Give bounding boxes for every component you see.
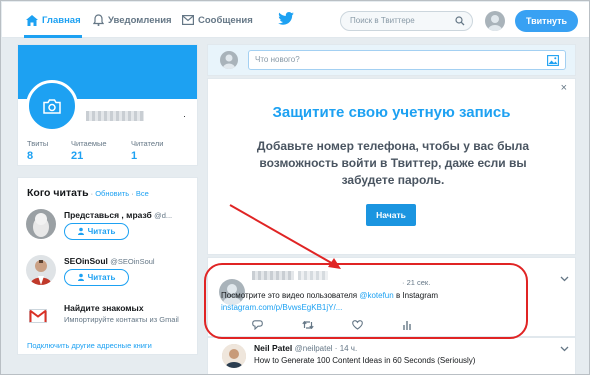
close-icon[interactable]: ×	[561, 82, 567, 94]
nav-home-label: Главная	[42, 14, 81, 26]
stat-label: Читатели	[131, 139, 164, 148]
chevron-down-icon[interactable]	[560, 276, 569, 282]
stat-followers[interactable]: Читатели 1	[131, 139, 163, 162]
stat-label: Твиты	[27, 139, 49, 148]
view-all-link[interactable]: Все	[136, 189, 149, 198]
compose-avatar	[220, 51, 238, 69]
search-input[interactable]: Поиск в Твиттере	[340, 11, 473, 31]
nav-messages-label: Сообщения	[198, 14, 253, 26]
follow-button-label: Читать	[87, 273, 116, 282]
compose-input[interactable]: Что нового?	[248, 50, 566, 70]
who-to-follow: Кого читать · Обновить · Все Представься…	[17, 177, 198, 355]
follow-suggestion: SEOinSoul @SEOinSoul Читать	[26, 255, 196, 295]
security-prompt: × Защитите свою учетную запись Добавьте …	[207, 78, 576, 255]
tweet-avatar[interactable]	[222, 344, 246, 368]
suggestion-handle: @SEOinSoul	[110, 257, 155, 266]
follow-button-label: Читать	[87, 227, 116, 236]
add-user-icon	[77, 227, 84, 235]
search-placeholder: Поиск в Твиттере	[350, 16, 415, 25]
separator: ·	[129, 189, 136, 198]
find-friends-title: Найдите знакомых	[64, 303, 144, 313]
annotation-highlight	[204, 263, 528, 339]
connect-address-books-link[interactable]: Подключить другие адресные книги	[27, 341, 152, 350]
profile-avatar[interactable]	[26, 80, 78, 132]
camera-icon	[43, 98, 61, 114]
tweet[interactable]: Neil Patel @neilpatel · 14 ч. How to Gen…	[207, 337, 576, 374]
home-icon	[26, 14, 38, 26]
stat-following[interactable]: Читаемые 21	[71, 139, 107, 162]
security-prompt-title: Защитите свою учетную запись	[272, 104, 511, 121]
suggestion-name[interactable]: SEOinSoul @SEOinSoul	[64, 256, 155, 266]
nav-notifications-label: Уведомления	[108, 14, 172, 26]
envelope-icon	[182, 15, 194, 25]
stat-value: 21	[71, 150, 84, 162]
add-user-icon	[77, 273, 84, 281]
follow-button[interactable]: Читать	[64, 223, 129, 240]
follow-button[interactable]: Читать	[64, 269, 129, 286]
gmail-icon	[29, 309, 47, 323]
active-tab-indicator	[24, 35, 82, 38]
nav-notifications[interactable]: Уведомления	[93, 2, 172, 38]
tweet-button[interactable]: Твитнуть	[515, 10, 578, 32]
twitter-bird-icon[interactable]	[278, 12, 294, 25]
suggestion-display-name: Представься , мразб	[64, 210, 152, 220]
search-icon[interactable]	[455, 16, 465, 26]
default-avatar-icon	[488, 15, 502, 31]
bell-icon	[93, 14, 104, 26]
stat-tweets[interactable]: Твиты 8	[27, 139, 48, 162]
compose-placeholder: Что нового?	[255, 55, 300, 64]
follow-suggestion: Представься , мразб @d... Читать	[26, 209, 196, 249]
stat-value: 1	[131, 150, 138, 162]
nav-home[interactable]: Главная	[26, 2, 81, 38]
security-prompt-text: Добавьте номер телефона, чтобы у вас был…	[256, 139, 530, 187]
refresh-link[interactable]: Обновить	[95, 189, 129, 198]
tweet-header: Neil Patel @neilpatel · 14 ч.	[254, 343, 357, 353]
suggestion-handle: @d...	[154, 211, 173, 220]
user-avatar[interactable]	[485, 11, 505, 31]
who-to-follow-title: Кого читать	[27, 187, 89, 199]
tweet-text: How to Generate 100 Content Ideas in 60 …	[254, 356, 476, 365]
profile-card: · Твиты 8 Читаемые 21 Читатели 1	[17, 44, 198, 166]
suggestion-avatar[interactable]	[26, 209, 56, 239]
suggestion-display-name: SEOinSoul	[64, 256, 108, 266]
who-to-follow-header: Кого читать · Обновить · Все	[27, 187, 149, 199]
find-friends-subtitle: Импортируйте контакты из Gmail	[64, 315, 179, 324]
nav-messages[interactable]: Сообщения	[182, 2, 253, 38]
suggestion-avatar[interactable]	[26, 255, 56, 285]
top-nav: Главная Уведомления Сообщения Поиск в Тв…	[2, 2, 589, 38]
find-friends[interactable]: Найдите знакомых Импортируйте контакты и…	[26, 303, 196, 333]
profile-dot: ·	[183, 111, 186, 121]
app-window: Главная Уведомления Сообщения Поиск в Тв…	[0, 0, 590, 375]
tweet-handle-time[interactable]: @neilpatel · 14 ч.	[295, 344, 358, 353]
suggestion-name[interactable]: Представься , мразб @d...	[64, 210, 172, 220]
compose-box: Что нового?	[207, 44, 576, 76]
stat-value: 8	[27, 150, 34, 162]
chevron-down-icon[interactable]	[560, 346, 569, 352]
stat-label: Читаемые	[71, 139, 107, 148]
start-button[interactable]: Начать	[366, 204, 416, 226]
image-icon[interactable]	[547, 55, 559, 66]
profile-name-blurred[interactable]	[86, 111, 144, 121]
tweet-author[interactable]: Neil Patel	[254, 343, 292, 353]
